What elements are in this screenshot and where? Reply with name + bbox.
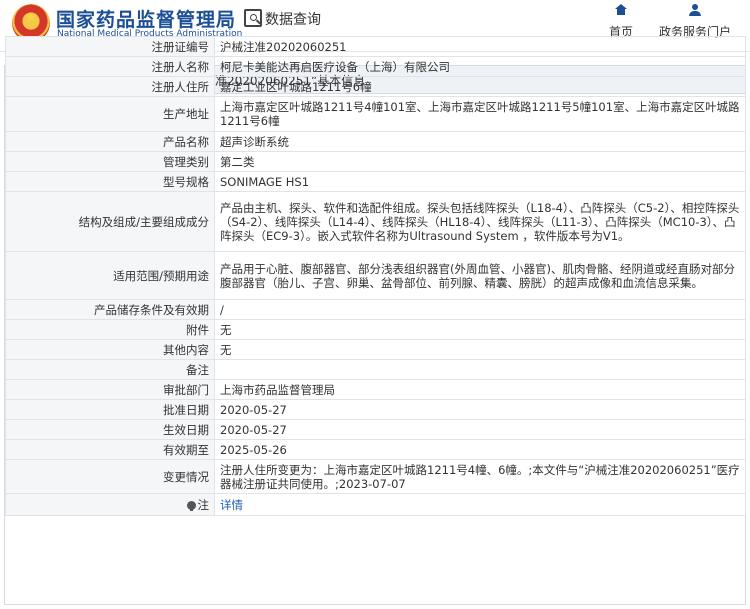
- table-row: 有效期至 2025-05-26: [5, 439, 746, 460]
- row-value: 产品用于心脏、腹部器官、部分浅表组织器官(外周血管、小器官)、肌肉骨骼、经阴道或…: [214, 251, 746, 300]
- row-label: 注册人名称: [5, 56, 215, 77]
- table-row: 产品名称 超声诊断系统: [5, 131, 746, 152]
- row-label: 变更情况: [5, 459, 215, 494]
- row-label: 管理类别: [5, 151, 215, 172]
- row-label: 结构及组成/主要组成成分: [5, 191, 215, 252]
- table-row: 生产地址 上海市嘉定区叶城路1211号4幢101室、上海市嘉定区叶城路1211号5…: [5, 96, 746, 132]
- brand-name-cn: 国家药品监督管理局: [56, 9, 237, 31]
- row-value: 无: [214, 319, 746, 340]
- row-value: /: [214, 299, 746, 320]
- row-label: 附件: [5, 319, 215, 340]
- row-value: 沪械注准20202060251: [214, 36, 746, 57]
- row-value: 2025-05-26: [214, 439, 746, 460]
- registration-info-table: 注册证编号 沪械注准20202060251 注册人名称 柯尼卡美能达再启医疗设备（上…: [5, 36, 746, 516]
- table-row: 适用范围/预期用途 产品用于心脏、腹部器官、部分浅表组织器官(外周血管、小器官)、…: [5, 251, 746, 300]
- table-row: 变更情况 注册人住所变更为：上海市嘉定区叶城路1211号4幢、6幢。;本文件与“沪…: [5, 459, 746, 494]
- row-label: 生效日期: [5, 419, 215, 440]
- table-row: 管理类别 第二类: [5, 151, 746, 172]
- row-value: 上海市药品监督管理局: [214, 379, 746, 400]
- row-label: 注册证编号: [5, 36, 215, 57]
- note-label: 注: [197, 497, 210, 512]
- note-row: 注 详情: [5, 493, 746, 516]
- row-label: 适用范围/预期用途: [5, 251, 215, 300]
- row-value: 注册人住所变更为：上海市嘉定区叶城路1211号4幢、6幢。;本文件与“沪械注准2…: [214, 459, 746, 494]
- table-row: 结构及组成/主要组成成分 产品由主机、探头、软件和选配件组成。探头包括线阵探头（L…: [5, 191, 746, 252]
- row-value: 2020-05-27: [214, 399, 746, 420]
- row-value: SONIMAGE HS1: [214, 171, 746, 192]
- row-label: 审批部门: [5, 379, 215, 400]
- table-row: 产品储存条件及有效期 /: [5, 299, 746, 320]
- table-row: 备注: [5, 359, 746, 380]
- row-label: 其他内容: [5, 339, 215, 360]
- nav-home[interactable]: 首页: [603, 4, 639, 40]
- row-label: 批准日期: [5, 399, 215, 420]
- table-row: 注册人住所 嘉定工业区叶城路1211号6幢: [5, 76, 746, 97]
- home-icon: [615, 4, 627, 15]
- row-value: 上海市嘉定区叶城路1211号4幢101室、上海市嘉定区叶城路1211号5幢101…: [214, 96, 746, 132]
- row-label: 生产地址: [5, 96, 215, 132]
- pin-icon: [186, 500, 196, 511]
- row-value: 柯尼卡美能达再启医疗设备（上海）有限公司: [214, 56, 746, 77]
- table-row: 附件无: [5, 319, 746, 340]
- row-value: 嘉定工业区叶城路1211号6幢: [214, 76, 746, 97]
- table-row: 其他内容无: [5, 339, 746, 360]
- table-row: 生效日期 2020-05-27: [5, 419, 746, 440]
- table-row: 注册人名称 柯尼卡美能达再启医疗设备（上海）有限公司: [5, 56, 746, 77]
- row-label: 产品名称: [5, 131, 215, 152]
- details-link[interactable]: 详情: [220, 498, 243, 512]
- row-label: 有效期至: [5, 439, 215, 460]
- search-icon[interactable]: [244, 9, 262, 27]
- note-label-cell: 注: [5, 493, 215, 516]
- row-label: 注册人住所: [5, 76, 215, 97]
- row-value: 第二类: [214, 151, 746, 172]
- row-label: 产品储存条件及有效期: [5, 299, 215, 320]
- table-row: 型号规格 SONIMAGE HS1: [5, 171, 746, 192]
- row-value: [214, 359, 746, 380]
- table-row: 注册证编号 沪械注准20202060251: [5, 36, 746, 57]
- nav-service-portal[interactable]: 政务服务门户: [654, 4, 736, 40]
- data-query-link[interactable]: 数据查询: [265, 9, 321, 29]
- row-label: 备注: [5, 359, 215, 380]
- row-value: 超声诊断系统: [214, 131, 746, 152]
- row-value: 2020-05-27: [214, 419, 746, 440]
- row-value: 无: [214, 339, 746, 360]
- table-row: 批准日期 2020-05-27: [5, 399, 746, 420]
- row-value: 产品由主机、探头、软件和选配件组成。探头包括线阵探头（L18-4）、凸阵探头（C…: [214, 191, 746, 252]
- note-value-cell: 详情: [214, 493, 746, 516]
- user-icon: [689, 4, 701, 16]
- table-row: 审批部门 上海市药品监督管理局: [5, 379, 746, 400]
- row-label: 型号规格: [5, 171, 215, 192]
